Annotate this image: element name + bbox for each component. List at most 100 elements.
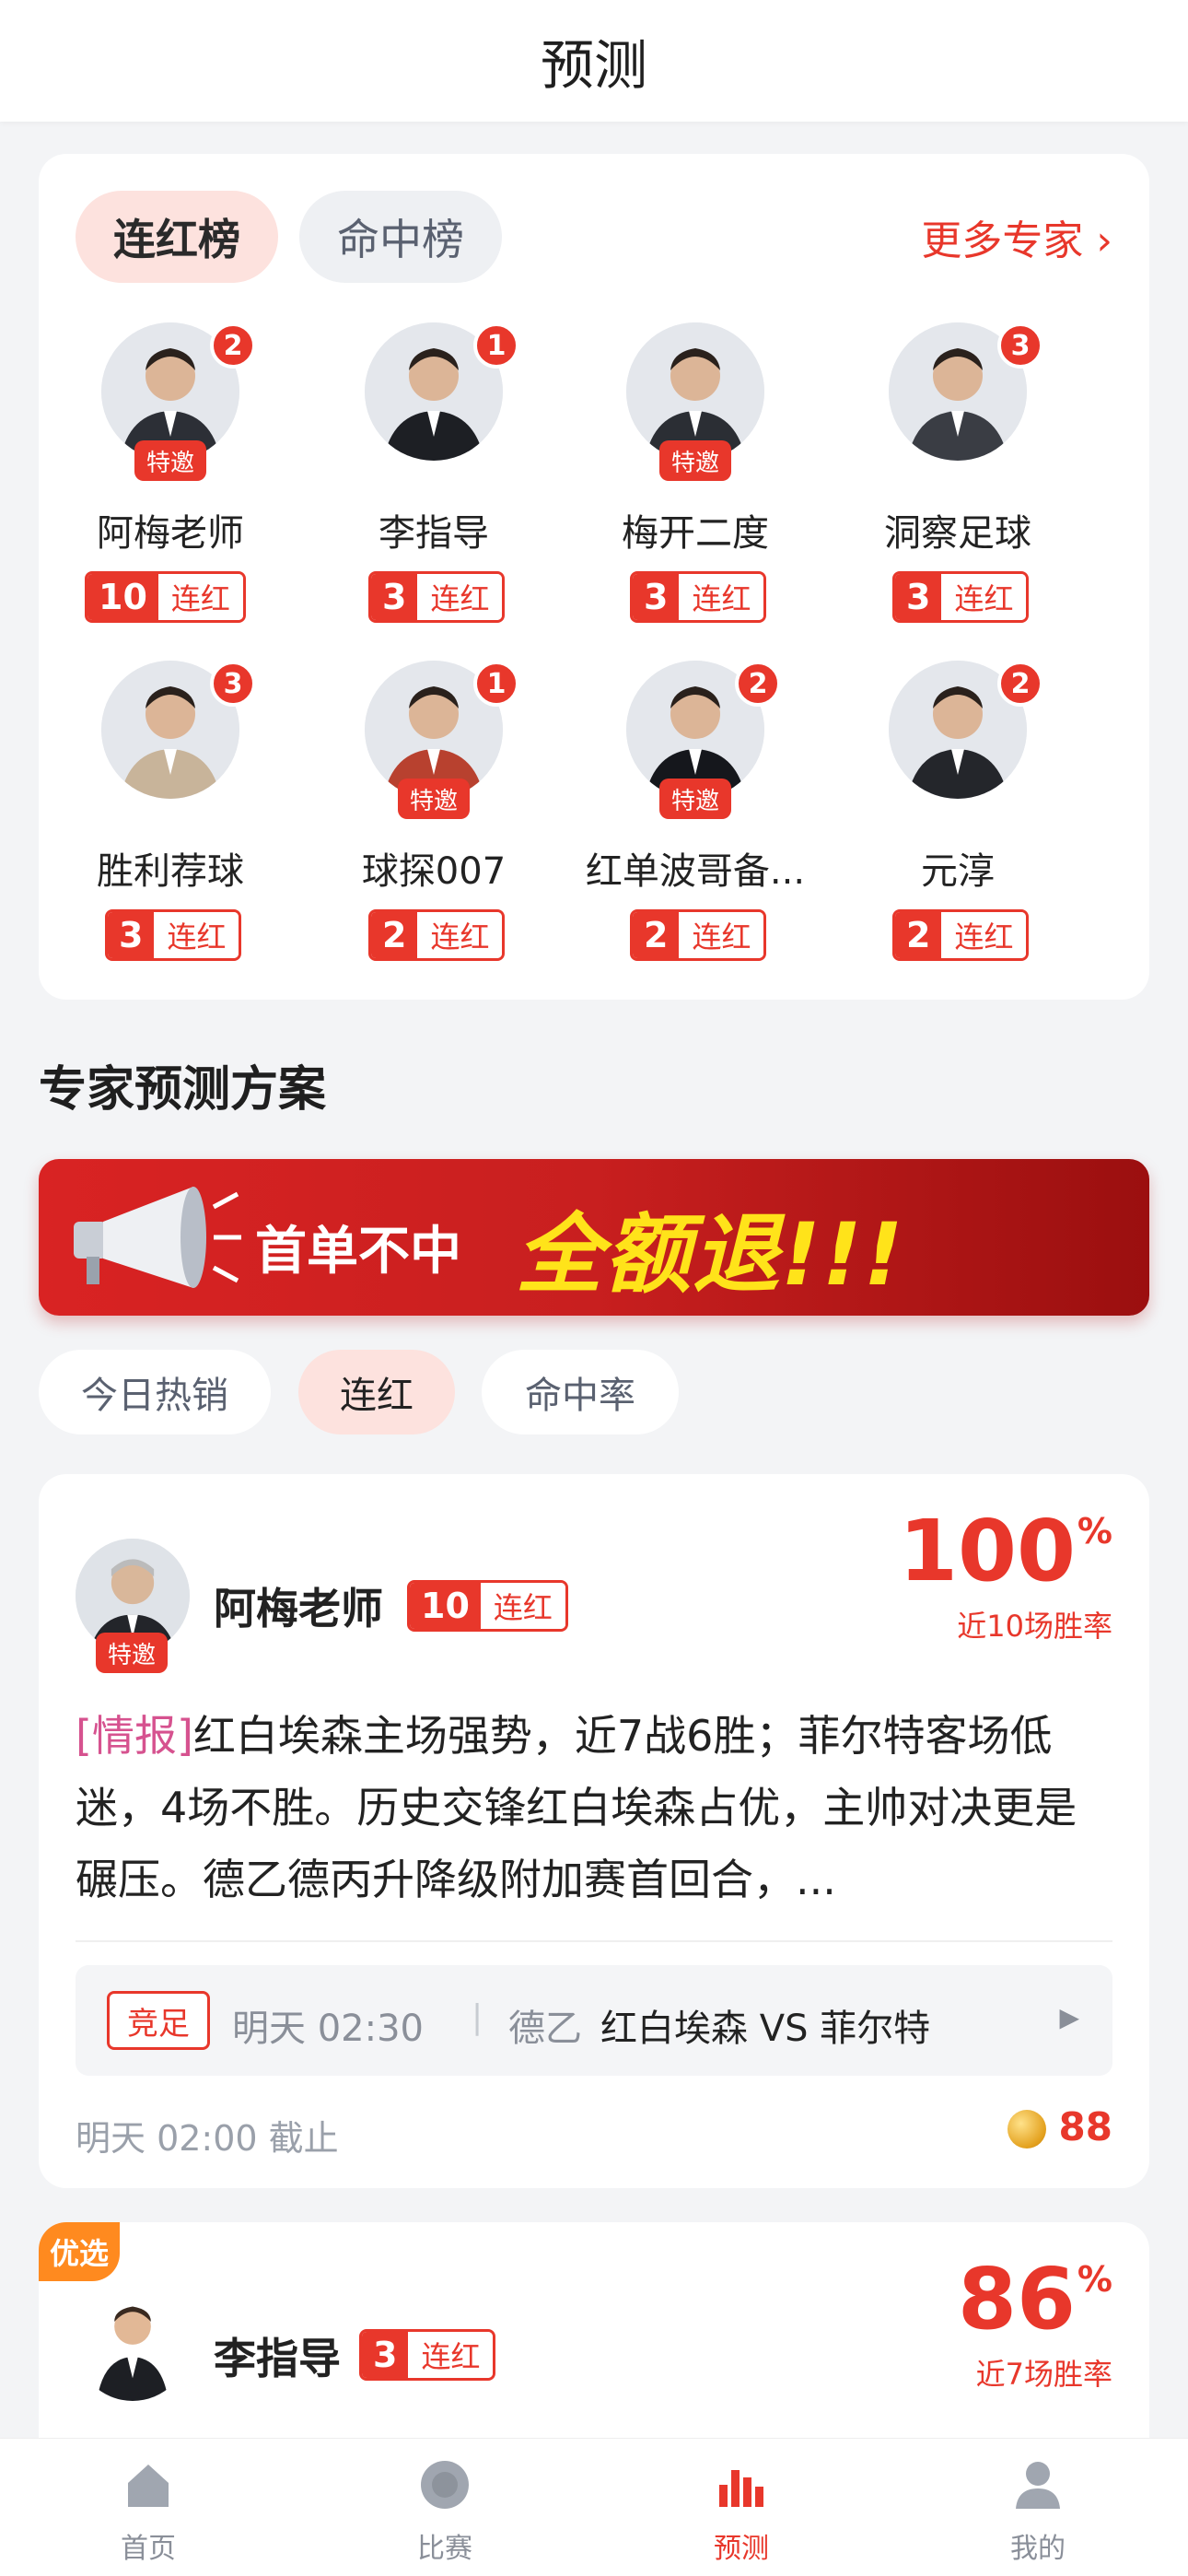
coin-icon (1007, 2110, 1046, 2149)
filter-streak[interactable]: 连红 (298, 1350, 455, 1434)
page-header: 预测 (0, 0, 1188, 122)
expert-item[interactable]: 2 元淳 2 连红 (826, 661, 1089, 992)
section-title: 专家预测方案 (39, 1062, 327, 1118)
refund-banner[interactable]: 首单不中 全额退!!! (39, 1159, 1149, 1316)
tab-label: 首页 (121, 2533, 176, 2565)
chart-icon (719, 2470, 763, 2507)
expert-item[interactable]: 1 李指导 3 连红 (302, 322, 565, 654)
streak-badge: 10 连红 (85, 571, 246, 623)
price: 88 (1058, 2104, 1112, 2149)
invite-tag: 特邀 (134, 440, 206, 481)
match-type-tag: 竞足 (107, 1991, 210, 2050)
rank-badge: 3 (210, 661, 256, 707)
expert-name: 梅开二度 (622, 512, 769, 555)
tab-label: 比赛 (417, 2533, 472, 2565)
tab-prediction[interactable]: 预测 (593, 2457, 890, 2568)
invite-tag: 特邀 (96, 1633, 168, 1673)
streak-count: 3 (895, 574, 942, 620)
win-rate: 100 (898, 1502, 1076, 1600)
filter-hit-rate[interactable]: 命中率 (482, 1350, 679, 1434)
streak-badge: 3 连红 (105, 909, 242, 961)
divider (76, 1940, 1112, 1942)
invite-tag: 特邀 (398, 779, 470, 819)
win-rate-label: 近7场胜率 (975, 2357, 1112, 2392)
rank-badge: 3 (997, 322, 1043, 369)
avatar[interactable] (76, 2287, 190, 2401)
streak-label: 连红 (941, 574, 1027, 620)
win-rate-unit: % (1077, 2259, 1112, 2300)
streak-label: 连红 (417, 912, 503, 958)
expert-name: 阿梅老师 (214, 1584, 383, 1633)
streak-badge: 10 连红 (407, 1580, 568, 1632)
filter-hot-today[interactable]: 今日热销 (39, 1350, 271, 1434)
expert-item[interactable]: 3 洞察足球 3 连红 (826, 322, 1089, 654)
streak-count: 2 (371, 912, 418, 958)
invite-tag: 特邀 (659, 779, 731, 819)
tab-match[interactable]: 比赛 (297, 2457, 593, 2568)
tab-home[interactable]: 首页 (0, 2457, 297, 2568)
expert-name: 球探007 (361, 850, 507, 893)
streak-label: 连红 (679, 912, 764, 958)
plan-content: 红白埃森主场强势，近7战6胜；菲尔特客场低迷，4场不胜。历史交锋红白埃森占优，主… (76, 1711, 1077, 1904)
streak-badge: 2 连红 (368, 909, 506, 961)
streak-badge: 3 连红 (630, 571, 767, 623)
tab-streak-ranking[interactable]: 连红榜 (76, 191, 278, 283)
play-arrow-icon: ▶ (1059, 2002, 1079, 2032)
plan-card[interactable]: 特邀 阿梅老师 10 连红 100 % 近10场胜率 [情报]红白埃森主场强势，… (39, 1474, 1149, 2188)
streak-count: 10 (410, 1583, 481, 1629)
page-title: 预测 (540, 34, 647, 97)
win-rate-label: 近10场胜率 (957, 1609, 1112, 1644)
pick-tag: 优选 (39, 2222, 120, 2281)
ranking-card: 连红榜 命中榜 更多专家 › 2 特邀 阿梅老师 10 连红 1 李指导 3 连红 特邀 梅开二度 3… (39, 154, 1149, 1000)
match-info[interactable]: 竞足 明天 02:30 | 德乙 红白埃森 VS 菲尔特 ▶ (76, 1965, 1112, 2076)
bottom-tab-bar: 首页 比赛 预测 我的 (0, 2438, 1188, 2576)
win-rate: 86 (957, 2250, 1076, 2348)
tab-label: 我的 (1010, 2533, 1066, 2565)
tab-profile[interactable]: 我的 (890, 2457, 1186, 2568)
match-icon (421, 2461, 469, 2509)
streak-count: 2 (633, 912, 680, 958)
banner-highlight: 全额退!!! (516, 1205, 905, 1306)
rank-badge: 2 (997, 661, 1043, 707)
streak-badge: 3 连红 (359, 2329, 496, 2381)
streak-count: 2 (895, 912, 942, 958)
expert-name: 洞察足球 (884, 512, 1031, 555)
expert-item[interactable]: 1 特邀球探007 2 连红 (302, 661, 565, 992)
separator: | (472, 1998, 483, 2036)
tab-hit-ranking[interactable]: 命中榜 (299, 191, 502, 283)
expert-name: 阿梅老师 (97, 512, 244, 555)
banner-text: 首单不中 (255, 1222, 461, 1282)
streak-count: 3 (371, 574, 418, 620)
megaphone-icon (74, 1187, 241, 1288)
streak-count: 3 (108, 912, 155, 958)
streak-label: 连红 (154, 912, 239, 958)
expert-item[interactable]: 特邀梅开二度 3 连红 (564, 322, 827, 654)
match-time: 明天 02:30 (232, 2008, 424, 2050)
match-teams: 红白埃森 VS 菲尔特 (600, 2008, 931, 2050)
rank-badge: 2 (735, 661, 781, 707)
win-rate-unit: % (1077, 1511, 1112, 1551)
match-league: 德乙 (508, 2008, 582, 2050)
rank-badge: 1 (473, 661, 519, 707)
deadline: 明天 02:00 截止 (76, 2118, 339, 2159)
expert-name: 李指导 (214, 2334, 341, 2383)
expert-name: 胜利荐球 (97, 850, 244, 893)
streak-label: 连红 (679, 574, 764, 620)
streak-badge: 2 连红 (892, 909, 1030, 961)
expert-name: 元淳 (921, 850, 995, 893)
rank-badge: 1 (473, 322, 519, 369)
streak-count: 3 (633, 574, 680, 620)
streak-count: 10 (87, 574, 158, 620)
expert-item[interactable]: 2 特邀 阿梅老师 10 连红 (39, 322, 302, 654)
streak-label: 连红 (417, 574, 503, 620)
streak-badge: 2 连红 (630, 909, 767, 961)
streak-label: 连红 (408, 2332, 494, 2378)
plan-summary: [情报]红白埃森主场强势，近7战6胜；菲尔特客场低迷，4场不胜。历史交锋红白埃森… (76, 1700, 1112, 1921)
streak-label: 连红 (480, 1583, 565, 1629)
invite-tag: 特邀 (659, 440, 731, 481)
streak-badge: 3 连红 (368, 571, 506, 623)
more-experts-link[interactable]: 更多专家 › (921, 209, 1112, 264)
expert-item[interactable]: 3 胜利荐球 3 连红 (39, 661, 302, 992)
expert-name: 李指导 (379, 512, 489, 555)
expert-item[interactable]: 2 特邀 红单波哥备... 2 连红 (564, 661, 827, 992)
